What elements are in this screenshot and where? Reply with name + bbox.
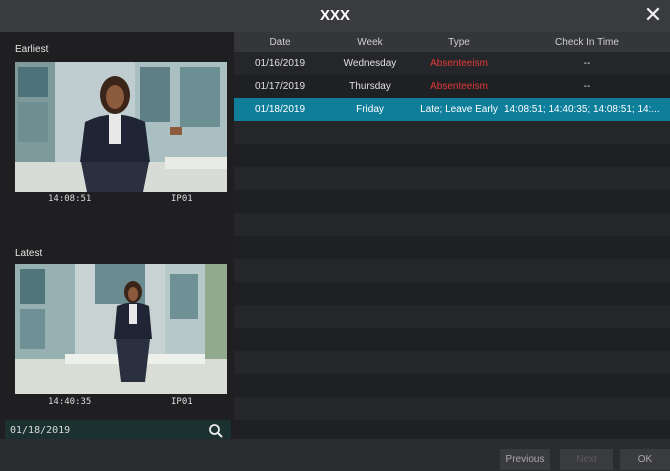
cell-check-in-time: -- <box>583 81 591 92</box>
table-header: Date Week Type Check In Time <box>234 32 670 52</box>
cell-type: Late; Leave Early <box>420 104 498 115</box>
title-bar: XXX ✕ <box>0 0 670 32</box>
latest-snapshot <box>15 264 227 394</box>
cell-check-in-time: -- <box>583 58 591 69</box>
header-date: Date <box>269 37 291 48</box>
search-date[interactable]: 01/18/2019 <box>10 425 70 436</box>
cell-date: 01/16/2019 <box>254 58 306 69</box>
snapshot-panel: Earliest 14:08:51 IP01 Latest 14:40:35 I… <box>0 32 234 439</box>
table-row-selected[interactable]: 01/18/2019 Friday Late; Leave Early 14:0… <box>234 98 670 121</box>
empty-row <box>234 351 670 374</box>
close-icon[interactable]: ✕ <box>642 3 664 27</box>
earliest-snapshot <box>15 62 227 192</box>
latest-label: Latest <box>15 248 43 259</box>
latest-channel: IP01 <box>171 397 193 407</box>
empty-row <box>234 259 670 282</box>
empty-row <box>234 397 670 420</box>
cell-date: 01/17/2019 <box>254 81 306 92</box>
cell-date: 01/18/2019 <box>254 104 306 115</box>
attendance-table: Date Week Type Check In Time 01/16/2019 … <box>234 32 670 439</box>
earliest-label: Earliest <box>15 44 49 55</box>
next-button[interactable]: Next <box>560 449 613 470</box>
empty-row <box>234 213 670 236</box>
header-week: Week <box>357 37 383 48</box>
empty-row <box>234 374 670 397</box>
cell-check-in-time: 14:08:51; 14:40:35; 14:08:51; 14:... <box>504 104 660 115</box>
cell-type: Absenteeism <box>430 58 488 69</box>
search-icon[interactable] <box>207 422 225 440</box>
earliest-channel: IP01 <box>171 194 193 204</box>
table-row[interactable]: 01/17/2019 Thursday Absenteeism -- <box>234 75 670 98</box>
earliest-time: 14:08:51 <box>48 194 92 204</box>
empty-row <box>234 121 670 144</box>
empty-row <box>234 190 670 213</box>
latest-image <box>15 264 227 394</box>
ok-button[interactable]: OK <box>620 449 670 470</box>
empty-row <box>234 282 670 305</box>
window-title: XXX <box>319 7 350 24</box>
cell-week: Friday <box>356 104 384 115</box>
header-check-in-time: Check In Time <box>555 37 619 48</box>
empty-row <box>234 420 670 439</box>
earliest-image <box>15 62 227 192</box>
previous-button[interactable]: Previous <box>500 449 550 470</box>
header-type: Type <box>448 37 470 48</box>
empty-row <box>234 328 670 351</box>
empty-row <box>234 144 670 167</box>
footer-bar: Previous Next OK <box>0 439 670 471</box>
cell-type: Absenteeism <box>430 81 488 92</box>
cell-week: Wednesday <box>343 58 397 69</box>
table-row[interactable]: 01/16/2019 Wednesday Absenteeism -- <box>234 52 670 75</box>
cell-week: Thursday <box>349 81 391 92</box>
empty-row <box>234 167 670 190</box>
empty-row <box>234 305 670 328</box>
empty-row <box>234 236 670 259</box>
latest-time: 14:40:35 <box>48 397 92 407</box>
